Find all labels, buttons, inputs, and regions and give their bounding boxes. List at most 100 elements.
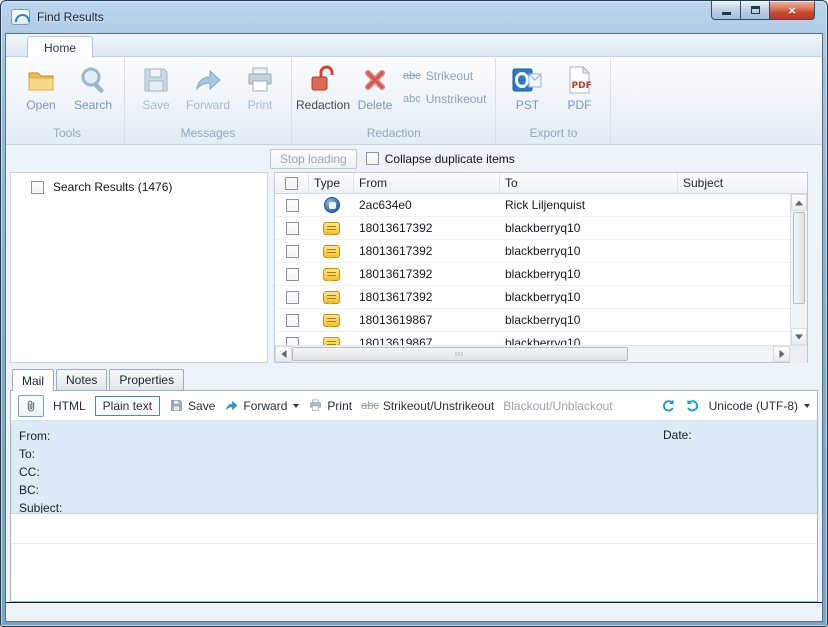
row-checkbox[interactable] — [286, 314, 299, 327]
minimize-button[interactable] — [711, 1, 741, 20]
row-to: blackberryq10 — [500, 221, 678, 235]
open-label: Open — [26, 98, 55, 112]
row-checkbox[interactable] — [286, 337, 299, 346]
tab-properties[interactable]: Properties — [109, 369, 184, 390]
field-from-label: From: — [19, 427, 817, 445]
scroll-left-button[interactable] — [275, 346, 292, 362]
red-x-icon — [359, 64, 391, 96]
table-row[interactable]: 18013617392 blackberryq10 — [275, 240, 790, 263]
save-label: Save — [142, 98, 169, 112]
tab-mail[interactable]: Mail — [12, 369, 54, 391]
attachment-button[interactable] — [18, 395, 44, 417]
forward-dropdown-icon — [293, 404, 299, 408]
redaction-button[interactable]: Redaction — [297, 59, 349, 112]
save-button[interactable]: Save — [130, 59, 182, 112]
field-to-label: To: — [19, 445, 817, 463]
print-label: Print — [248, 98, 273, 112]
export-pdf-label: PDF — [567, 98, 591, 112]
paperclip-icon — [24, 399, 38, 413]
column-header-subject[interactable]: Subject — [678, 173, 807, 193]
vertical-scrollbar[interactable] — [790, 194, 807, 345]
delete-button[interactable]: Delete — [349, 59, 401, 112]
print-button[interactable]: Print — [234, 59, 286, 112]
mail-forward-button[interactable]: Forward — [224, 398, 299, 413]
redaction-label: Redaction — [296, 98, 350, 112]
scroll-right-icon — [779, 350, 784, 358]
sms-message-icon — [323, 291, 340, 304]
maximize-button[interactable] — [741, 1, 769, 20]
tab-notes[interactable]: Notes — [56, 369, 107, 390]
field-bc-label: BC: — [19, 481, 817, 499]
table-row[interactable]: 18013617392 blackberryq10 — [275, 217, 790, 240]
scrollbar-corner — [790, 346, 807, 363]
table-row[interactable]: 18013617392 blackberryq10 — [275, 263, 790, 286]
scroll-down-icon — [795, 334, 803, 339]
tree-item-search-results[interactable]: Search Results (1476) — [11, 178, 267, 196]
forward-button[interactable]: Forward — [182, 59, 234, 112]
export-pst-label: PST — [516, 98, 539, 112]
close-button[interactable]: × — [769, 1, 815, 20]
search-button[interactable]: Search — [67, 59, 119, 112]
undo-button[interactable] — [661, 398, 676, 413]
select-all-checkbox[interactable] — [285, 177, 298, 190]
column-header-type[interactable]: Type — [309, 173, 354, 193]
export-pst-button[interactable]: PST — [501, 59, 553, 112]
row-from: 18013617392 — [354, 221, 500, 235]
row-checkbox[interactable] — [286, 199, 299, 212]
pdf-icon: PDF — [563, 64, 595, 96]
row-checkbox[interactable] — [286, 245, 299, 258]
row-from: 18013617392 — [354, 267, 500, 281]
stop-loading-button[interactable]: Stop loading — [270, 149, 357, 169]
collapse-duplicates-label: Collapse duplicate items — [385, 152, 515, 166]
search-results-checkbox[interactable] — [31, 181, 44, 194]
mail-strikeout-button[interactable]: abc Strikeout/Unstrikeout — [361, 399, 494, 413]
table-row[interactable]: 18013619867 blackberryq10 — [275, 332, 790, 345]
mail-blackout-button[interactable]: Blackout/Unblackout — [503, 399, 612, 413]
unstrikeout-button[interactable]: abc Unstrikeout — [403, 92, 486, 106]
strikeout-button[interactable]: abc Strikeout — [403, 69, 486, 83]
plain-text-view-button[interactable]: Plain text — [95, 396, 160, 416]
header-checkbox-cell — [275, 173, 309, 193]
open-button[interactable]: Open — [15, 59, 67, 112]
svg-text:PDF: PDF — [572, 81, 592, 91]
mail-toolbar: HTML Plain text Save Forward — [11, 391, 817, 421]
horizontal-scroll-thumb[interactable] — [292, 347, 628, 361]
ribbon-group-redaction-label: Redaction — [297, 123, 490, 144]
undo-arrow-icon — [661, 398, 676, 413]
minimize-icon — [722, 12, 731, 15]
sms-message-icon — [323, 337, 340, 346]
encoding-dropdown-icon — [804, 404, 810, 408]
row-checkbox[interactable] — [286, 268, 299, 281]
horizontal-scroll-track[interactable] — [628, 346, 773, 362]
export-pdf-button[interactable]: PDF PDF — [553, 59, 605, 112]
row-checkbox[interactable] — [286, 291, 299, 304]
mail-print-label: Print — [327, 399, 352, 413]
column-header-to[interactable]: To — [500, 173, 678, 193]
row-from: 18013619867 — [354, 336, 500, 345]
mail-save-button[interactable]: Save — [169, 398, 215, 413]
title-bar[interactable]: Find Results × — [1, 1, 827, 33]
scroll-up-icon — [795, 200, 803, 205]
table-row[interactable]: 18013619867 blackberryq10 — [275, 309, 790, 332]
floppy-icon — [169, 398, 184, 413]
scroll-down-button[interactable] — [791, 328, 807, 345]
redo-button[interactable] — [685, 398, 700, 413]
html-view-button[interactable]: HTML — [53, 399, 86, 413]
collapse-duplicates-checkbox[interactable] — [366, 152, 379, 165]
table-row[interactable]: 18013617392 blackberryq10 — [275, 286, 790, 309]
row-checkbox[interactable] — [286, 222, 299, 235]
mail-body-area[interactable] — [11, 513, 817, 601]
vertical-scroll-thumb[interactable] — [793, 212, 805, 304]
scroll-right-button[interactable] — [773, 346, 790, 362]
window-title: Find Results — [37, 10, 104, 24]
tab-home[interactable]: Home — [27, 36, 93, 58]
table-row[interactable]: 2ac634e0 Rick Liljenquist — [275, 194, 790, 217]
collapse-duplicates-control[interactable]: Collapse duplicate items — [366, 152, 515, 166]
column-header-from[interactable]: From — [354, 173, 500, 193]
search-label: Search — [74, 98, 112, 112]
mail-print-button[interactable]: Print — [308, 398, 352, 413]
scroll-up-button[interactable] — [791, 194, 807, 211]
horizontal-scrollbar[interactable] — [275, 345, 807, 362]
search-tree-panel: Search Results (1476) — [10, 172, 268, 363]
encoding-dropdown[interactable]: Unicode (UTF-8) — [709, 399, 810, 413]
